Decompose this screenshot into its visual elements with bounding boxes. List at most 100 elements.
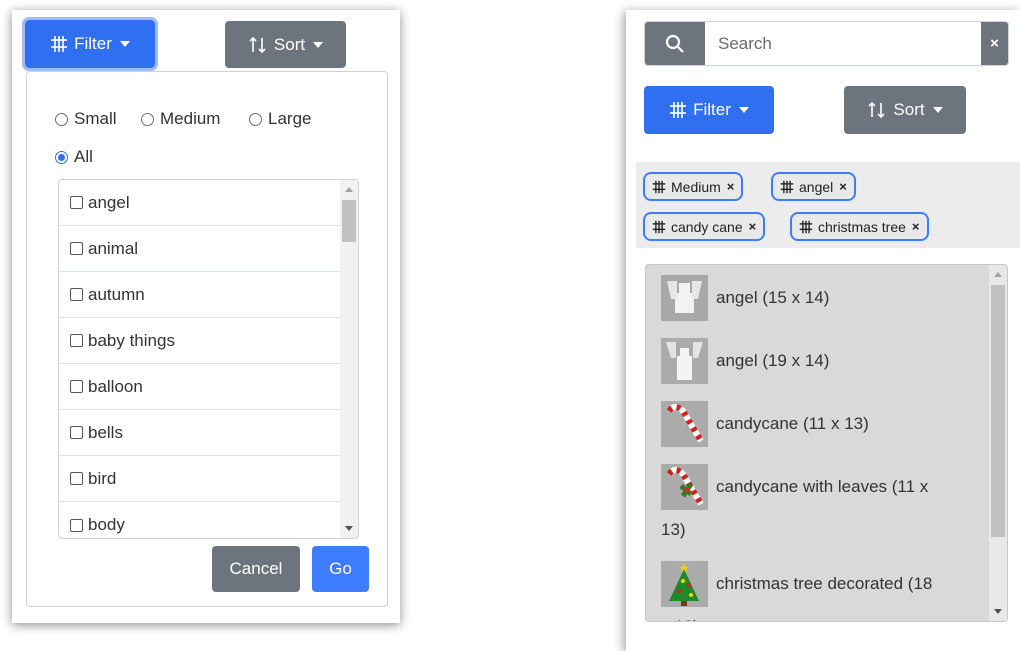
filter-icon <box>669 101 687 119</box>
radio-label-small: Small <box>74 109 117 128</box>
tag-item-angel[interactable]: angel <box>59 180 341 226</box>
result-item[interactable]: christmas tree decorated (18 x 13) <box>661 561 981 621</box>
filter-dropdown-panel: Filter Sort Small Medium Large All angel… <box>12 10 400 623</box>
tag-item-baby-things[interactable]: baby things <box>59 318 341 364</box>
filter-button[interactable]: Filter <box>644 86 774 134</box>
filter-chip-medium[interactable]: Medium × <box>643 172 744 201</box>
scroll-down-arrow-icon[interactable] <box>345 526 353 531</box>
sort-button-label: Sort <box>273 34 306 54</box>
result-title: christmas tree decorated (18 <box>716 574 933 593</box>
tag-label: autumn <box>88 284 145 304</box>
caret-down-icon <box>932 107 943 113</box>
candycane-thumbnail <box>661 401 708 447</box>
filter-chip-candy-cane[interactable]: candy cane × <box>643 212 766 241</box>
result-item[interactable]: angel (15 x 14) <box>661 275 829 321</box>
search-icon[interactable] <box>645 22 705 65</box>
chip-label: Medium <box>671 178 721 195</box>
tag-list[interactable]: angel animal autumn baby things balloon … <box>58 179 359 539</box>
filter-button-label: Filter <box>693 100 731 119</box>
results-list[interactable]: angel (15 x 14) angel (19 x 14) candycan… <box>645 264 1008 622</box>
radio-medium[interactable] <box>141 112 154 126</box>
tag-item-bird[interactable]: bird <box>59 456 341 502</box>
angel-thumbnail <box>661 275 708 321</box>
result-item[interactable]: candycane (11 x 13) <box>661 401 869 447</box>
tag-item-balloon[interactable]: balloon <box>59 364 341 410</box>
radio-label-all: All <box>74 147 93 166</box>
caret-down-icon <box>313 41 324 48</box>
close-icon[interactable]: × <box>727 179 735 194</box>
close-icon[interactable]: × <box>912 219 920 234</box>
scroll-thumb[interactable] <box>342 200 356 242</box>
tag-label: baby things <box>88 330 175 350</box>
result-title-cont: 13) <box>661 520 686 539</box>
sort-icon <box>867 101 887 119</box>
radio-all[interactable] <box>55 150 68 164</box>
result-item[interactable]: candycane with leaves (11 x 13) <box>661 464 981 550</box>
tag-label: bells <box>88 422 123 442</box>
scroll-up-arrow-icon[interactable] <box>345 187 353 192</box>
filter-icon <box>799 220 813 234</box>
filter-menu: Small Medium Large All angel animal autu… <box>26 71 388 607</box>
filter-icon <box>652 220 666 234</box>
sort-button-label: Sort <box>893 100 925 119</box>
cancel-button[interactable]: Cancel <box>212 546 300 592</box>
sort-button[interactable]: Sort <box>844 86 966 134</box>
tag-label: angel <box>88 192 130 212</box>
size-radio-all[interactable]: All <box>55 147 93 167</box>
go-button[interactable]: Go <box>312 546 369 592</box>
tag-item-autumn[interactable]: autumn <box>59 272 341 318</box>
caret-down-icon <box>119 41 130 47</box>
filter-icon <box>652 180 666 194</box>
tag-checkbox[interactable] <box>70 518 83 532</box>
close-icon[interactable]: × <box>749 219 757 234</box>
sort-icon <box>248 36 268 54</box>
caret-down-icon <box>738 107 749 113</box>
size-radio-medium[interactable]: Medium <box>141 109 220 129</box>
scroll-up-arrow-icon[interactable] <box>994 272 1002 277</box>
tag-label: bird <box>88 468 117 488</box>
search-input[interactable] <box>706 22 976 65</box>
tag-checkbox[interactable] <box>70 242 83 255</box>
tag-label: animal <box>88 238 139 258</box>
result-title: candycane (11 x 13) <box>716 414 869 433</box>
close-icon[interactable]: × <box>981 22 1008 65</box>
radio-large[interactable] <box>249 112 262 126</box>
tag-checkbox[interactable] <box>70 426 83 439</box>
tag-checkbox[interactable] <box>70 334 83 347</box>
chip-label: angel <box>799 178 834 195</box>
radio-small[interactable] <box>55 112 68 126</box>
tag-checkbox[interactable] <box>70 472 83 485</box>
tag-item-body[interactable]: body <box>59 502 341 538</box>
tag-checkbox[interactable] <box>70 196 83 209</box>
christmas-tree-thumbnail <box>661 561 708 607</box>
filter-button-label: Filter <box>74 34 112 53</box>
filter-chip-angel[interactable]: angel × <box>771 172 856 201</box>
tag-label: body <box>88 515 125 534</box>
size-radio-small[interactable]: Small <box>55 109 117 129</box>
result-item[interactable]: angel (19 x 14) <box>661 338 829 384</box>
tag-list-scrollbar[interactable] <box>340 180 358 538</box>
tag-label: balloon <box>88 376 143 396</box>
search-bar: × <box>644 21 1009 66</box>
active-filters: Medium × angel × candy cane × christmas … <box>636 162 1020 248</box>
candycane-leaves-thumbnail <box>661 464 708 510</box>
filter-icon <box>780 180 794 194</box>
tag-item-bells[interactable]: bells <box>59 410 341 456</box>
radio-label-large: Large <box>268 109 312 128</box>
chip-label: candy cane <box>671 218 743 235</box>
result-title: angel (19 x 14) <box>716 351 830 370</box>
size-radio-large[interactable]: Large <box>249 109 311 129</box>
result-title: angel (15 x 14) <box>716 288 830 307</box>
tag-item-animal[interactable]: animal <box>59 226 341 272</box>
scroll-down-arrow-icon[interactable] <box>994 609 1002 614</box>
results-scrollbar[interactable] <box>989 265 1007 621</box>
close-icon[interactable]: × <box>839 179 847 194</box>
tag-checkbox[interactable] <box>70 380 83 393</box>
sort-button[interactable]: Sort <box>225 21 346 68</box>
result-title: candycane with leaves (11 x <box>716 477 929 496</box>
chip-label: christmas tree <box>818 218 906 235</box>
filter-chip-christmas-tree[interactable]: christmas tree × <box>790 212 929 241</box>
filter-button[interactable]: Filter <box>22 17 158 71</box>
scroll-thumb[interactable] <box>991 285 1005 537</box>
tag-checkbox[interactable] <box>70 288 83 301</box>
